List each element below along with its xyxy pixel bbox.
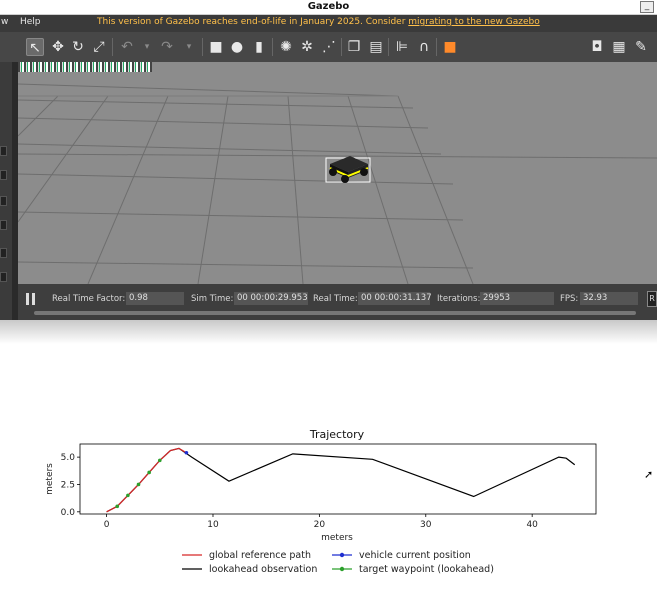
- spot-light-icon[interactable]: ✲: [298, 38, 316, 56]
- fps-value: 32.93: [580, 292, 638, 305]
- window-title: Gazebo: [307, 1, 350, 12]
- migration-link[interactable]: migrating to the new Gazebo: [408, 17, 539, 27]
- toolbar-separator: [388, 38, 389, 56]
- window-shadow: [0, 320, 657, 344]
- window-title-bar: Gazebo _: [0, 0, 657, 15]
- sim-time-label: Sim Time:: [191, 294, 234, 304]
- x-tick-label: 40: [526, 520, 538, 530]
- menu-item-help[interactable]: Help: [20, 17, 41, 27]
- y-tick-label: 0.0: [61, 508, 76, 518]
- sim-time-value: 00 00:00:29.953: [234, 292, 308, 305]
- x-tick-label: 20: [314, 520, 326, 530]
- global-path-line: [106, 447, 187, 513]
- menu-bar: w Help This version of Gazebo reaches en…: [0, 15, 657, 32]
- x-tick-label: 30: [420, 520, 432, 530]
- fps-label: FPS:: [560, 294, 579, 304]
- x-tick-label: 0: [104, 520, 110, 530]
- y-axis-label: meters: [45, 463, 55, 495]
- real-time-factor-value: 0.98: [126, 292, 184, 305]
- left-panel-tab[interactable]: [0, 170, 7, 180]
- legend-marker-waypoint: [339, 566, 345, 572]
- iterations-value: 29953: [480, 292, 554, 305]
- lookahead-line: [106, 447, 576, 513]
- sphere-icon[interactable]: ●: [228, 38, 246, 56]
- mouse-pointer-icon: ➚: [644, 468, 654, 481]
- left-panel-tab[interactable]: [0, 146, 7, 156]
- redo-dropdown-icon[interactable]: ▾: [180, 38, 198, 56]
- snap-icon[interactable]: ∩: [415, 38, 433, 56]
- real-time-label: Real Time:: [313, 294, 358, 304]
- legend-label-vehicle: vehicle current position: [359, 550, 471, 561]
- rotate-icon[interactable]: ↻: [69, 38, 87, 56]
- real-time-factor-label: Real Time Factor:: [52, 294, 126, 304]
- target-waypoint-point: [136, 482, 141, 487]
- target-waypoint-point: [126, 493, 130, 498]
- toolbar-separator: [341, 38, 342, 56]
- status-bar: Real Time Factor: 0.98 Sim Time: 00 00:0…: [18, 284, 657, 320]
- chart-title: Trajectory: [309, 428, 365, 441]
- plot-frame: [79, 443, 597, 515]
- pause-icon: [26, 293, 29, 305]
- screenshot-icon[interactable]: ◘: [588, 38, 606, 56]
- pause-button[interactable]: [26, 293, 37, 305]
- eol-notice-text: This version of Gazebo reaches end-of-li…: [97, 17, 409, 27]
- menu-item-window[interactable]: w: [1, 17, 8, 27]
- minimize-button[interactable]: _: [640, 1, 654, 13]
- x-tick-label: 10: [207, 520, 219, 530]
- toolbar-separator: [436, 38, 437, 56]
- left-panel-tab[interactable]: [0, 196, 7, 206]
- real-time-value: 00 00:00:31.137: [358, 292, 432, 305]
- point-light-icon[interactable]: ✺: [277, 38, 295, 56]
- target-waypoint-point: [157, 458, 162, 463]
- cylinder-icon[interactable]: ▮: [250, 38, 268, 56]
- y-tick-label: 2.5: [61, 480, 75, 490]
- plot-icon[interactable]: ✎: [632, 38, 650, 56]
- legend-label-lookahead: lookahead observation: [209, 564, 317, 575]
- legend-label-waypoint: target waypoint (lookahead): [359, 564, 494, 575]
- robot-model[interactable]: [318, 148, 378, 192]
- redo-icon[interactable]: ↷: [158, 38, 176, 56]
- target-waypoint-point: [115, 504, 120, 509]
- eol-notice: This version of Gazebo reaches end-of-li…: [97, 17, 540, 27]
- y-tick-label: 5.0: [61, 453, 76, 463]
- color-icon[interactable]: ■: [441, 38, 459, 56]
- reset-time-button[interactable]: R: [647, 291, 657, 307]
- toolbar-separator: [272, 38, 273, 56]
- toolbar-separator: [112, 38, 113, 56]
- chart-series: [106, 447, 576, 513]
- legend-marker-vehicle: [339, 552, 345, 558]
- trajectory-chart: Trajectory 0 10 20 30 40 0.0 2.5 5.0 meters met…: [45, 428, 597, 575]
- target-waypoint-point: [147, 470, 151, 475]
- align-icon[interactable]: ⊫: [393, 38, 411, 56]
- select-icon[interactable]: ↖: [26, 38, 44, 56]
- left-panel-tab[interactable]: [0, 248, 7, 258]
- scale-icon[interactable]: ⤢: [90, 38, 108, 56]
- iterations-label: Iterations:: [437, 294, 481, 304]
- left-panel-tab[interactable]: [0, 220, 7, 230]
- directional-light-icon[interactable]: ⋰: [320, 38, 338, 56]
- translate-icon[interactable]: ✥: [49, 38, 67, 56]
- left-panel: [0, 62, 12, 320]
- chart-legend: global reference path lookahead observat…: [182, 550, 494, 575]
- vehicle-position-point: [184, 450, 189, 455]
- undo-icon[interactable]: ↶: [118, 38, 136, 56]
- left-panel-tab[interactable]: [0, 272, 7, 282]
- copy-icon[interactable]: ❐: [345, 38, 363, 56]
- legend-label-global-path: global reference path: [209, 550, 311, 561]
- scene-viewport[interactable]: [18, 62, 657, 284]
- horizontal-scrollbar[interactable]: [34, 311, 636, 315]
- log-icon[interactable]: ▦: [610, 38, 628, 56]
- undo-dropdown-icon[interactable]: ▾: [138, 38, 156, 56]
- x-axis-label: meters: [321, 533, 353, 543]
- toolbar-separator: [202, 38, 203, 56]
- box-icon[interactable]: ■: [207, 38, 225, 56]
- toolbar: ↖ ✥ ↻ ⤢ ↶ ▾ ↷ ▾ ■ ● ▮ ✺ ✲ ⋰ ❐ ▤ ⊫ ∩ ■ ◘ …: [0, 32, 657, 62]
- pause-icon: [32, 293, 35, 305]
- paste-icon[interactable]: ▤: [367, 38, 385, 56]
